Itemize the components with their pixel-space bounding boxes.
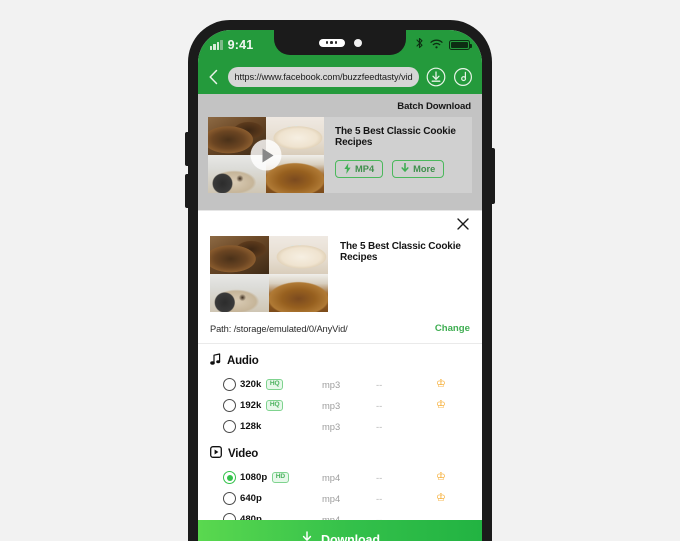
option-quality-label: 1080p — [240, 472, 268, 483]
audio-option-row[interactable]: 320k HQ mp3 -- ♔ — [198, 374, 482, 395]
volume-up-button[interactable] — [185, 132, 189, 166]
option-size: -- — [376, 400, 383, 411]
option-format: mp3 — [322, 421, 341, 432]
status-bar-right — [415, 36, 473, 54]
section-label-video: Video — [228, 448, 259, 460]
download-options-sheet: The 5 Best Classic Cookie Recipes Path: … — [198, 210, 482, 530]
option-quality-label: 128k — [240, 421, 262, 432]
change-path-link[interactable]: Change — [435, 323, 470, 334]
radio-640p[interactable] — [223, 492, 236, 505]
video-option-row[interactable]: 640p mp4 -- ♔ — [198, 488, 482, 509]
phone-notch — [274, 30, 406, 55]
radio-128k[interactable] — [223, 420, 236, 433]
download-button[interactable]: Download — [198, 520, 482, 541]
download-arrow-icon — [401, 162, 409, 176]
section-header-video: Video — [198, 437, 482, 467]
save-path-row: Path: /storage/emulated/0/AnyVid/ Change — [198, 312, 482, 344]
download-button-label: Download — [321, 533, 380, 541]
option-quality-label: 320k — [240, 379, 262, 390]
wifi-icon — [430, 36, 443, 54]
sheet-video-thumbnail — [210, 236, 328, 312]
thumbnail-tile — [210, 274, 269, 312]
mp4-button-label: MP4 — [355, 164, 375, 174]
download-circle-icon[interactable] — [425, 67, 446, 88]
option-quality-label: 192k — [240, 400, 262, 411]
web-page-content: Batch Download The 5 Best Classic Cookie… — [198, 94, 482, 210]
signal-bars-icon — [210, 40, 223, 50]
hq-badge: HQ — [266, 400, 284, 411]
option-format: mp4 — [322, 472, 341, 483]
option-size: -- — [376, 379, 383, 390]
section-header-audio: Audio — [198, 344, 482, 374]
sheet-video-card: The 5 Best Classic Cookie Recipes — [198, 236, 482, 312]
video-result-card: The 5 Best Classic Cookie Recipes MP4 Mo… — [208, 117, 472, 193]
close-icon[interactable] — [456, 217, 470, 231]
audio-option-row[interactable]: 128k mp3 -- — [198, 416, 482, 437]
premium-crown-icon: ♔ — [436, 378, 446, 390]
more-button-label: More — [413, 164, 436, 174]
option-quality-label: 640p — [240, 493, 262, 504]
mp4-button[interactable]: MP4 — [335, 160, 384, 178]
power-button[interactable] — [491, 148, 495, 204]
radio-320k[interactable] — [223, 378, 236, 391]
front-camera-icon — [353, 38, 362, 47]
radio-192k[interactable] — [223, 399, 236, 412]
option-size: -- — [376, 493, 383, 504]
status-bar-left: 9:41 — [210, 38, 253, 52]
option-quality: 1080p HD — [240, 472, 322, 483]
option-quality: 128k — [240, 421, 322, 432]
bluetooth-icon — [415, 36, 424, 54]
section-label-audio: Audio — [227, 355, 259, 367]
play-icon[interactable] — [250, 139, 282, 171]
option-quality: 640p — [240, 493, 322, 504]
premium-crown-icon: ♔ — [436, 471, 446, 483]
speaker-grille-icon — [318, 38, 345, 47]
hq-badge: HQ — [266, 379, 284, 390]
premium-crown-icon: ♔ — [436, 399, 446, 411]
sheet-header — [198, 211, 482, 236]
browser-toolbar: https://www.facebook.com/buzzfeedtasty/v… — [198, 60, 482, 94]
lightning-bolt-icon — [344, 162, 351, 176]
more-button[interactable]: More — [392, 160, 445, 178]
premium-crown-icon: ♔ — [436, 492, 446, 504]
option-format: mp3 — [322, 379, 341, 390]
download-tray-icon — [300, 530, 314, 541]
sheet-video-title: The 5 Best Classic Cookie Recipes — [340, 241, 461, 263]
music-disc-icon[interactable] — [452, 67, 473, 88]
radio-1080p[interactable] — [223, 471, 236, 484]
option-quality: 192k HQ — [240, 400, 322, 411]
video-card-title: The 5 Best Classic Cookie Recipes — [335, 126, 456, 148]
status-bar-clock: 9:41 — [227, 38, 254, 52]
batch-download-label[interactable]: Batch Download — [198, 94, 482, 112]
battery-icon — [449, 40, 473, 50]
phone-frame: 9:41 https://www.facebook.com/buzzfeedta… — [185, 20, 495, 541]
url-text: https://www.facebook.com/buzzfeedtasty/v… — [234, 72, 413, 82]
chevron-left-icon[interactable] — [204, 68, 222, 86]
video-thumbnail[interactable] — [208, 117, 324, 193]
thumbnail-tile — [210, 236, 269, 274]
audio-option-row[interactable]: 192k HQ mp3 -- ♔ — [198, 395, 482, 416]
thumbnail-tile — [269, 236, 328, 274]
url-bar[interactable]: https://www.facebook.com/buzzfeedtasty/v… — [228, 67, 419, 87]
option-size: -- — [376, 421, 383, 432]
thumbnail-tile — [269, 274, 328, 312]
video-option-row[interactable]: 1080p HD mp4 -- ♔ — [198, 467, 482, 488]
option-size: -- — [376, 472, 383, 483]
music-note-icon — [210, 352, 221, 370]
save-path-text: Path: /storage/emulated/0/AnyVid/ — [210, 323, 348, 334]
video-card-details: The 5 Best Classic Cookie Recipes MP4 Mo… — [335, 117, 472, 193]
screenshot-stage: 9:41 https://www.facebook.com/buzzfeedta… — [0, 0, 680, 541]
option-quality: 320k HQ — [240, 379, 322, 390]
option-format: mp3 — [322, 400, 341, 411]
video-card-actions: MP4 More — [335, 160, 472, 178]
play-box-icon — [210, 445, 222, 463]
volume-down-button[interactable] — [185, 174, 189, 208]
phone-screen: 9:41 https://www.facebook.com/buzzfeedta… — [198, 30, 482, 541]
hd-badge: HD — [272, 472, 289, 483]
option-format: mp4 — [322, 493, 341, 504]
